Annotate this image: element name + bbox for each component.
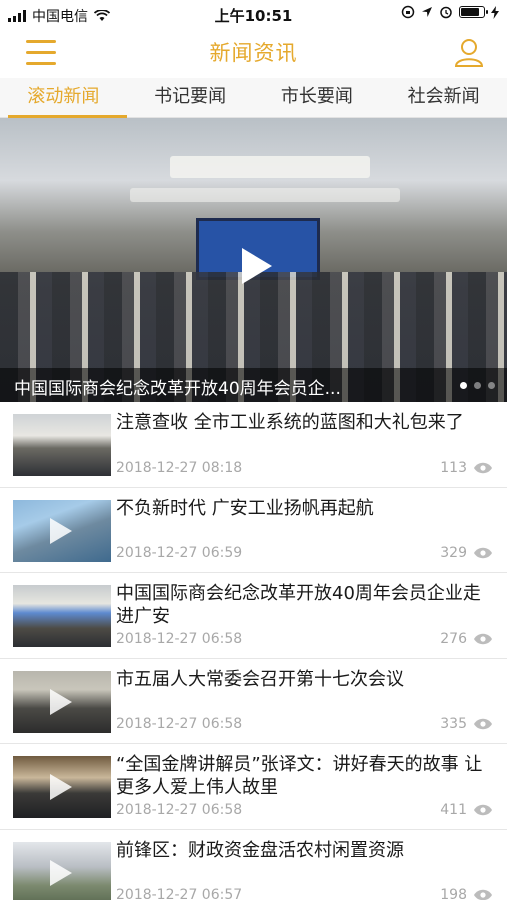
view-count: 198 xyxy=(440,887,467,900)
news-title: 中国国际商会纪念改革开放40周年会员企业走进广安 xyxy=(116,583,481,627)
news-item[interactable]: 市五届人大常委会召开第十七次会议 2018-12-27 06:58 335 xyxy=(0,658,507,744)
tab-society-news[interactable]: 社会新闻 xyxy=(380,78,507,117)
news-views: 411 xyxy=(440,802,493,818)
news-thumbnail xyxy=(13,670,111,733)
user-icon[interactable] xyxy=(453,36,485,68)
news-date: 2018-12-27 08:18 xyxy=(116,459,243,476)
alarm-icon xyxy=(440,6,452,19)
news-item[interactable]: 前锋区：财政资金盘活农村闲置资源 2018-12-27 06:57 198 xyxy=(0,829,507,900)
category-tabs: 滚动新闻 书记要闻 市长要闻 社会新闻 xyxy=(0,78,507,118)
news-views: 329 xyxy=(440,545,493,561)
battery-icon xyxy=(459,6,488,18)
view-count: 276 xyxy=(440,630,467,647)
news-title: 市五届人大常委会召开第十七次会议 xyxy=(116,668,404,690)
news-date: 2018-12-27 06:57 xyxy=(116,887,243,900)
view-count: 411 xyxy=(440,801,467,818)
eye-icon xyxy=(474,804,492,815)
eye-icon xyxy=(474,547,492,559)
play-icon xyxy=(50,859,72,886)
play-icon xyxy=(50,517,72,544)
news-item[interactable]: 中国国际商会纪念改革开放40周年会员企业走进广安 2018-12-27 06:5… xyxy=(0,573,507,659)
banner-caption: 中国国际商会纪念改革开放40周年会员企... xyxy=(14,379,341,399)
tab-label: 社会新闻 xyxy=(407,86,480,107)
tab-rolling-news[interactable]: 滚动新闻 xyxy=(0,78,127,118)
news-item[interactable]: 不负新时代 广安工业扬帆再起航 2018-12-27 06:59 329 xyxy=(0,487,507,573)
banner-image-detail xyxy=(170,156,370,178)
location-icon xyxy=(422,7,432,17)
news-list: 注意查收 全市工业系统的蓝图和大礼包来了 2018-12-27 08:18 11… xyxy=(0,402,507,900)
news-date: 2018-12-27 06:58 xyxy=(116,801,243,818)
play-icon[interactable] xyxy=(240,246,274,286)
eye-icon xyxy=(474,462,492,473)
view-count: 113 xyxy=(440,459,467,476)
news-thumbnail xyxy=(13,841,111,900)
eye-icon xyxy=(474,633,492,644)
page-title: 新闻资讯 xyxy=(209,41,298,65)
news-title: 前锋区：财政资金盘活农村闲置资源 xyxy=(116,839,404,861)
news-date: 2018-12-27 06:58 xyxy=(116,716,243,732)
banner-caption-bar: 中国国际商会纪念改革开放40周年会员企... xyxy=(0,368,507,402)
eye-icon xyxy=(474,718,492,730)
news-item[interactable]: 注意查收 全市工业系统的蓝图和大礼包来了 2018-12-27 08:18 11… xyxy=(0,402,507,488)
app-header: 新闻资讯 xyxy=(0,28,507,76)
play-icon xyxy=(50,688,72,715)
news-date: 2018-12-27 06:58 xyxy=(116,630,243,647)
carousel-dot[interactable] xyxy=(474,382,481,389)
news-item[interactable]: “全国金牌讲解员”张译文：讲好春天的故事 让更多人爱上伟人故里 2018-12-… xyxy=(0,744,507,830)
status-right xyxy=(401,5,499,19)
banner-image-detail xyxy=(130,188,400,202)
view-count: 329 xyxy=(440,545,467,561)
featured-banner[interactable]: 中国国际商会纪念改革开放40周年会员企... xyxy=(0,118,507,402)
news-thumbnail xyxy=(13,414,111,476)
carousel-dot[interactable] xyxy=(488,382,495,389)
view-count: 335 xyxy=(440,716,467,732)
news-thumbnail xyxy=(13,585,111,647)
news-title: “全国金牌讲解员”张译文：讲好春天的故事 让更多人爱上伟人故里 xyxy=(116,754,483,798)
charging-icon xyxy=(491,5,499,19)
screen-lock-icon xyxy=(401,5,415,19)
news-date: 2018-12-27 06:59 xyxy=(116,545,243,561)
tab-label: 市长要闻 xyxy=(280,86,353,107)
tab-label: 书记要闻 xyxy=(154,86,227,107)
status-bar: 中国电信 上午10:51 xyxy=(0,0,507,28)
news-views: 113 xyxy=(440,460,493,476)
news-views: 198 xyxy=(440,887,493,900)
news-thumbnail xyxy=(13,499,111,562)
tab-secretary-news[interactable]: 书记要闻 xyxy=(127,78,254,117)
news-views: 335 xyxy=(440,716,493,732)
play-icon xyxy=(50,774,72,800)
carousel-dot[interactable] xyxy=(460,382,467,389)
tab-mayor-news[interactable]: 市长要闻 xyxy=(254,78,381,117)
news-thumbnail xyxy=(13,756,111,818)
news-title: 不负新时代 广安工业扬帆再起航 xyxy=(116,497,374,519)
news-title: 注意查收 全市工业系统的蓝图和大礼包来了 xyxy=(116,412,464,433)
news-views: 276 xyxy=(440,631,493,647)
eye-icon xyxy=(474,889,492,900)
carousel-dots xyxy=(460,382,495,389)
tab-label: 滚动新闻 xyxy=(27,86,100,107)
